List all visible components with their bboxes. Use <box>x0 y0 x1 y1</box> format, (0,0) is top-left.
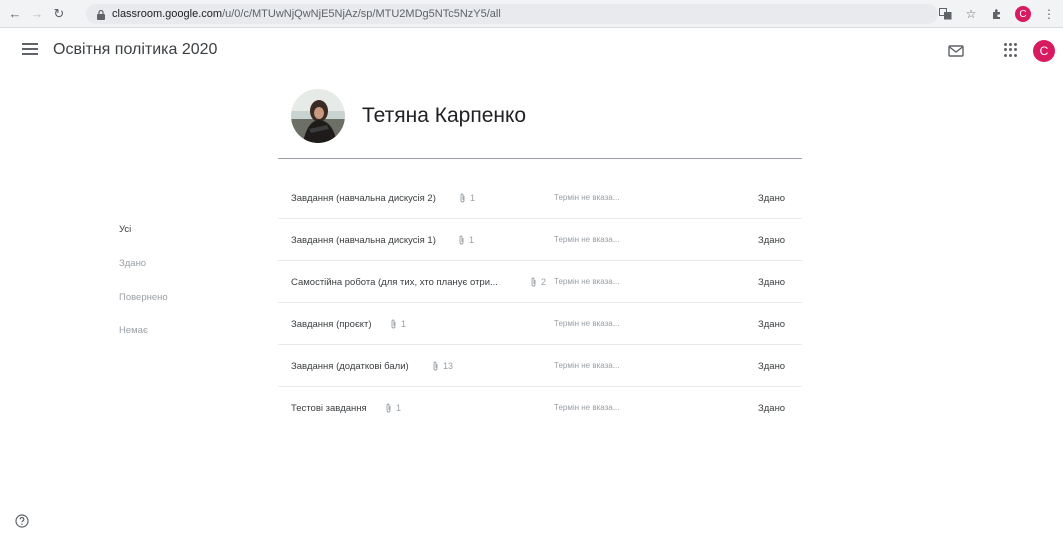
account-avatar[interactable]: C <box>1033 40 1055 62</box>
status-label: Здано <box>758 361 786 372</box>
attachment-count: 1 <box>390 319 406 329</box>
filter-turned-in[interactable]: Здано <box>119 258 146 269</box>
assignment-title: Тестові завдання <box>291 403 367 414</box>
assignment-title: Завдання (проєкт) <box>291 319 372 330</box>
class-title[interactable]: Освітня політика 2020 <box>53 41 217 59</box>
paperclip-icon <box>459 235 464 245</box>
browser-profile-avatar[interactable]: C <box>1015 6 1031 22</box>
bookmark-star-icon[interactable]: ☆ <box>963 6 979 22</box>
browser-menu-icon[interactable]: ⋮ <box>1041 6 1057 22</box>
student-name: Тетяна Карпенко <box>362 104 527 127</box>
google-apps-icon[interactable] <box>1004 43 1018 57</box>
attachment-count: 13 <box>432 361 453 371</box>
attachment-count: 2 <box>530 277 546 287</box>
assignment-row[interactable]: Тестові завдання 1 Термін не вказа... Зд… <box>278 387 802 429</box>
status-label: Здано <box>758 403 786 414</box>
due-date: Термін не вказа... <box>554 319 620 328</box>
assignment-title: Завдання (навчальна дискусія 1) <box>291 235 436 246</box>
assignment-row[interactable]: Завдання (навчальна дискусія 1) 1 Термін… <box>278 219 802 261</box>
browser-toolbar: ← → ↻ classroom.google.com/u/0/c/MTUwNjQ… <box>0 0 1063 28</box>
help-icon[interactable] <box>15 514 29 528</box>
status-label: Здано <box>758 319 786 330</box>
attachment-count-text: 1 <box>470 193 476 203</box>
paperclip-icon <box>433 361 438 371</box>
paperclip-icon <box>460 193 465 203</box>
filter-all[interactable]: Усі <box>119 224 131 235</box>
student-header: Тетяна Карпенко <box>278 84 802 159</box>
url-text: classroom.google.com/u/0/c/MTUwNjQwNjE5N… <box>112 8 501 20</box>
translate-icon[interactable] <box>937 6 953 22</box>
due-date: Термін не вказа... <box>554 277 620 286</box>
attachment-count-text: 1 <box>401 319 407 329</box>
assignment-row[interactable]: Завдання (навчальна дискусія 2) 1 Термін… <box>278 177 802 219</box>
attachment-count: 1 <box>458 235 474 245</box>
attachment-count: 1 <box>385 403 401 413</box>
assignment-title: Самостійна робота (для тих, хто планує о… <box>291 277 498 288</box>
reload-icon[interactable]: ↻ <box>50 5 68 23</box>
attachment-count-text: 13 <box>443 361 454 371</box>
paperclip-icon <box>386 403 391 413</box>
status-label: Здано <box>758 277 786 288</box>
due-date: Термін не вказа... <box>554 193 620 202</box>
attachment-count-text: 1 <box>396 403 402 413</box>
status-label: Здано <box>758 235 786 246</box>
status-label: Здано <box>758 193 786 204</box>
back-arrow-icon[interactable]: ← <box>6 5 24 23</box>
attachment-count-text: 2 <box>541 277 547 287</box>
due-date: Термін не вказа... <box>554 361 620 370</box>
app-header: Освітня політика 2020 C <box>0 29 1063 75</box>
mail-icon[interactable] <box>948 44 964 58</box>
due-date: Термін не вказа... <box>554 403 620 412</box>
attachment-count: 1 <box>459 193 475 203</box>
assignment-title: Завдання (додаткові бали) <box>291 361 409 372</box>
attachment-count-text: 1 <box>469 235 475 245</box>
forward-arrow-icon[interactable]: → <box>28 5 46 23</box>
student-avatar <box>291 89 345 143</box>
assignment-row[interactable]: Завдання (проєкт) 1 Термін не вказа... З… <box>278 303 802 345</box>
address-bar[interactable]: classroom.google.com/u/0/c/MTUwNjQwNjE5N… <box>86 4 938 24</box>
filter-returned[interactable]: Повернено <box>119 292 168 303</box>
assignment-row[interactable]: Самостійна робота (для тих, хто планує о… <box>278 261 802 303</box>
assignment-title: Завдання (навчальна дискусія 2) <box>291 193 436 204</box>
extensions-icon[interactable] <box>989 6 1005 22</box>
assignment-list: Завдання (навчальна дискусія 2) 1 Термін… <box>278 177 802 429</box>
due-date: Термін не вказа... <box>554 235 620 244</box>
assignment-row[interactable]: Завдання (додаткові бали) 13 Термін не в… <box>278 345 802 387</box>
paperclip-icon <box>531 277 536 287</box>
lock-icon <box>97 9 105 20</box>
url-host: classroom.google.com <box>112 8 223 20</box>
paperclip-icon <box>391 319 396 329</box>
filter-missing[interactable]: Немає <box>119 325 148 336</box>
url-path: /u/0/c/MTUwNjQwNjE5NjAz/sp/MTU2MDg5NTc5N… <box>222 8 501 20</box>
hamburger-menu-icon[interactable] <box>22 43 38 57</box>
